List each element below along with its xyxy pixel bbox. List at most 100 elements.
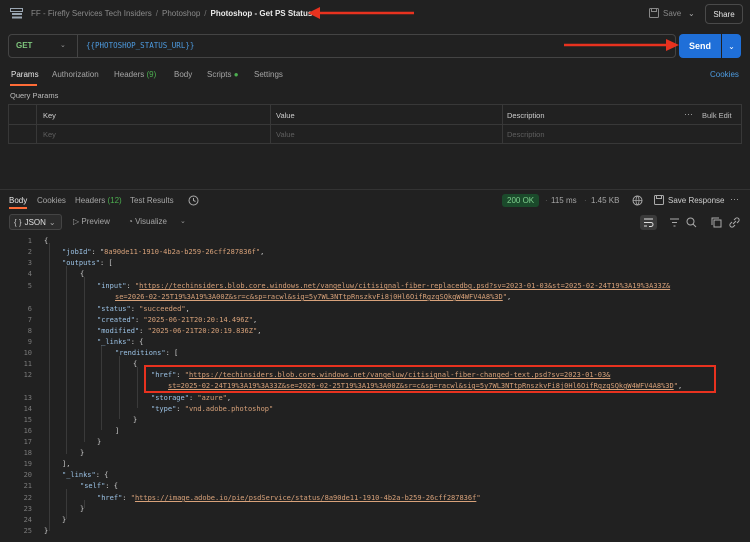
chevron-down-icon[interactable]: ⌄ xyxy=(60,41,66,49)
copy-icon[interactable] xyxy=(711,217,722,228)
tab-response-headers-label: Headers xyxy=(75,196,106,205)
breadcrumb-workspace[interactable]: FF - Firefly Services Tech Insiders xyxy=(31,9,152,18)
line-number: 20 xyxy=(23,471,32,479)
tab-headers[interactable]: Headers (9) xyxy=(114,70,156,79)
braces-icon: { } xyxy=(14,217,22,227)
scripts-indicator-dot: ● xyxy=(233,70,239,79)
pane-divider[interactable] xyxy=(0,189,750,190)
breadcrumb-collection[interactable]: Photoshop xyxy=(162,9,200,18)
line-number: 8 xyxy=(27,327,32,335)
cookies-link[interactable]: Cookies xyxy=(710,70,739,79)
column-header-description: Description xyxy=(507,111,545,120)
tab-scripts-label: Scripts xyxy=(207,70,232,79)
tab-test-results[interactable]: Test Results xyxy=(130,196,174,205)
indent-guide xyxy=(66,489,67,519)
wrap-lines-button[interactable] xyxy=(640,215,657,230)
tab-headers-label: Headers xyxy=(114,70,145,79)
tab-scripts[interactable]: Scripts ● xyxy=(207,70,239,79)
breadcrumb-separator: / xyxy=(155,9,159,18)
table-divider xyxy=(8,124,742,125)
visualize-button[interactable]: ◔ Visualize xyxy=(128,217,167,226)
input-href-link[interactable]: https://techinsiders.blob.core.windows.n… xyxy=(139,282,670,290)
save-label: Save xyxy=(663,8,682,18)
code-line: "status": "succeeded", xyxy=(97,305,190,313)
code-line: "modified": "2025-06-21T20:20:19.836Z", xyxy=(97,327,262,335)
more-options-icon[interactable]: ··· xyxy=(730,194,739,204)
breadcrumb: FF - Firefly Services Tech Insiders / Phot… xyxy=(31,9,312,18)
line-number: 18 xyxy=(23,449,32,457)
line-number: 12 xyxy=(23,371,32,379)
format-label: JSON xyxy=(24,217,46,227)
code-line: } xyxy=(133,416,138,424)
tab-settings[interactable]: Settings xyxy=(254,70,283,79)
response-time[interactable]: 115 ms xyxy=(551,196,577,205)
line-number: 15 xyxy=(23,416,32,424)
line-number: 9 xyxy=(27,338,32,346)
self-href-link[interactable]: https://image.adobe.io/pie/psdService/st… xyxy=(135,494,476,502)
type-value: vnd.adobe.photoshop xyxy=(188,405,270,413)
column-header-key: Key xyxy=(43,111,56,120)
input-href-link-cont[interactable]: se=2026-02-25T19%3A19%3A00Z&sr=c&sp=racw… xyxy=(115,293,503,301)
line-number: 21 xyxy=(23,482,32,490)
format-select[interactable]: { } JSON ⌄ xyxy=(9,214,62,230)
chevron-down-icon[interactable]: ⌄ xyxy=(180,217,186,225)
line-number: 13 xyxy=(23,394,32,402)
code-line: { xyxy=(133,360,138,368)
save-icon xyxy=(654,195,664,205)
send-button[interactable]: Send xyxy=(679,34,721,58)
code-line: } xyxy=(44,527,49,535)
search-icon[interactable] xyxy=(686,217,697,228)
tab-response-cookies[interactable]: Cookies xyxy=(37,196,66,205)
filter-icon[interactable] xyxy=(669,217,680,228)
tab-authorization[interactable]: Authorization xyxy=(52,70,99,79)
more-options-icon[interactable]: ··· xyxy=(684,109,693,119)
code-line: ], xyxy=(62,460,71,468)
share-button[interactable]: Share xyxy=(705,4,743,24)
history-icon[interactable] xyxy=(188,195,199,206)
code-line: { xyxy=(44,237,49,245)
code-line: "_links": { xyxy=(62,471,109,479)
modified-value: 2025-06-21T20:20:19.836Z xyxy=(151,327,253,335)
save-button[interactable]: Save xyxy=(649,8,681,18)
storage-value: azure xyxy=(201,394,223,402)
code-line: "jobId": "8a90de11-1910-4b2a-b259-26cff2… xyxy=(62,248,265,256)
code-line: "created": "2025-06-21T20:20:14.496Z", xyxy=(97,316,258,324)
job-id-value: 8a90de11-1910-4b2a-b259-26cff287836f xyxy=(104,248,256,256)
annotation-arrow xyxy=(564,39,679,51)
visualize-icon: ◔ xyxy=(128,217,133,226)
line-number: 2 xyxy=(27,248,32,256)
table-divider xyxy=(502,104,503,144)
key-input[interactable]: Key xyxy=(43,130,56,139)
status-badge[interactable]: 200 OK xyxy=(502,194,540,207)
code-line: } xyxy=(80,449,85,457)
save-response-button[interactable]: Save Response xyxy=(654,195,724,205)
tab-body[interactable]: Body xyxy=(174,70,192,79)
line-number: 11 xyxy=(23,360,32,368)
tab-response-headers[interactable]: Headers (12) xyxy=(75,196,122,205)
method-select[interactable]: GET xyxy=(16,41,32,50)
code-line: { xyxy=(80,270,85,278)
active-tab-indicator xyxy=(10,84,37,86)
created-value: 2025-06-21T20:20:14.496Z xyxy=(147,316,249,324)
line-number: 23 xyxy=(23,505,32,513)
preview-button[interactable]: ▷ Preview xyxy=(73,217,110,226)
status-value: succeeded xyxy=(143,305,182,313)
link-icon[interactable] xyxy=(729,217,740,228)
tab-params[interactable]: Params xyxy=(11,70,39,79)
tab-response-body[interactable]: Body xyxy=(9,196,27,205)
send-options-button[interactable]: ⌄ xyxy=(722,34,741,58)
chevron-down-icon[interactable]: ⌄ xyxy=(688,9,695,18)
indent-guide xyxy=(84,277,85,442)
code-line: "self": { xyxy=(80,482,118,490)
value-input[interactable]: Value xyxy=(276,130,295,139)
network-icon[interactable] xyxy=(632,195,643,206)
request-name[interactable]: Photoshop - Get PS Status xyxy=(211,9,313,18)
response-size[interactable]: 1.45 KB xyxy=(591,196,619,205)
code-line: "renditions": [ xyxy=(115,349,179,357)
description-input[interactable]: Description xyxy=(507,130,545,139)
code-line: "input": "https://techinsiders.blob.core… xyxy=(97,282,671,290)
bulk-edit-button[interactable]: Bulk Edit xyxy=(702,111,732,120)
table-divider xyxy=(36,104,37,144)
url-input[interactable]: {{PHOTOSHOP_STATUS_URL}} xyxy=(86,41,194,50)
indent-guide xyxy=(49,243,50,531)
